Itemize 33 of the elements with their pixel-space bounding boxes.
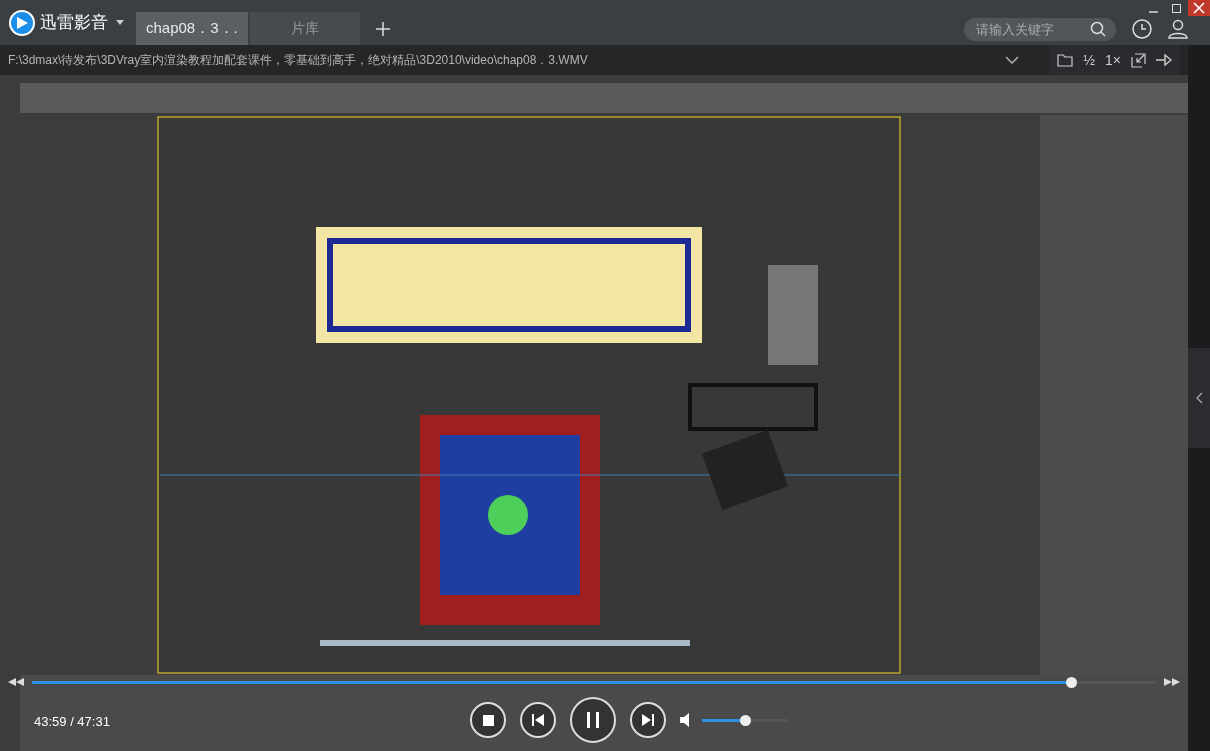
chevron-down-icon[interactable]: [1005, 56, 1020, 64]
pause-icon: [587, 712, 599, 728]
folder-icon[interactable]: [1057, 53, 1074, 67]
previous-button[interactable]: [520, 702, 556, 738]
stop-icon: [482, 714, 494, 726]
search-icon[interactable]: [1090, 21, 1106, 37]
time-display: 43:59 / 47:31: [34, 713, 110, 731]
user-icon[interactable]: [1168, 18, 1188, 39]
tab[interactable]: chap08．3．.: [136, 12, 248, 45]
fast-forward-icon[interactable]: [1164, 678, 1180, 686]
close-icon[interactable]: [1188, 0, 1210, 16]
next-icon: [642, 714, 654, 726]
speed-button[interactable]: 1×: [1105, 49, 1121, 71]
stop-button[interactable]: [470, 702, 506, 738]
file-path: F:\3dmax\待发布\3DVray室内渲染教程加配套课件，零基础到高手，绝对精品\3D2010\video\chap08．3.WMV: [8, 52, 588, 69]
next-button[interactable]: [630, 702, 666, 738]
rewind-icon[interactable]: [8, 678, 24, 686]
progress-handle[interactable]: [1065, 676, 1077, 688]
search-field[interactable]: 请输入关键字: [964, 18, 1116, 41]
caret-icon[interactable]: [116, 20, 124, 25]
history-clock-icon[interactable]: [1132, 18, 1152, 39]
previous-icon: [532, 714, 544, 726]
app-name: 迅雷影音: [40, 11, 108, 34]
pause-button[interactable]: [570, 697, 616, 743]
logo-icon: [8, 8, 36, 37]
volume-handle[interactable]: [740, 714, 751, 726]
pin-icon[interactable]: [1156, 53, 1172, 67]
maximize-icon[interactable]: [1172, 3, 1181, 13]
add-tab-icon[interactable]: [376, 22, 390, 36]
speed-button[interactable]: ½: [1083, 49, 1096, 71]
side-panel-toggle[interactable]: [1188, 348, 1210, 448]
chevron-left-icon: [1195, 392, 1203, 404]
pop-out-icon[interactable]: [1131, 52, 1146, 68]
